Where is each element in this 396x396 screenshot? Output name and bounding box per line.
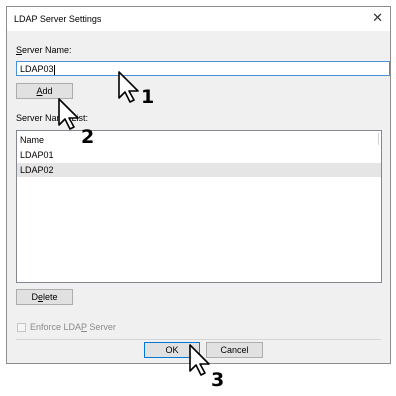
text-caret	[53, 64, 55, 75]
pointer-cursor-icon	[117, 70, 141, 106]
column-separator[interactable]	[378, 133, 379, 145]
list-item-selected[interactable]: LDAP02	[17, 163, 381, 177]
footer-divider	[16, 339, 381, 340]
annotation-number-2: 2	[81, 126, 95, 148]
list-header: Name	[17, 131, 381, 148]
server-name-value: LDAP03	[20, 64, 54, 74]
enforce-ldap-server-checkbox[interactable]	[17, 323, 26, 332]
title-bar: LDAP Server Settings ✕	[7, 7, 390, 31]
column-header-name[interactable]: Name	[20, 135, 44, 145]
server-name-label: Server Name:	[16, 45, 72, 55]
close-icon[interactable]: ✕	[372, 11, 383, 24]
annotation-number-1: 1	[141, 86, 155, 108]
server-name-list[interactable]: Name LDAP01 LDAP02	[16, 130, 382, 283]
delete-button[interactable]: Delete	[16, 289, 73, 305]
server-name-input[interactable]: LDAP03	[16, 61, 390, 76]
annotation-number-3: 3	[211, 369, 225, 391]
pointer-cursor-icon	[188, 343, 212, 379]
enforce-ldap-server-label: Enforce LDAP Server	[30, 322, 116, 332]
list-item[interactable]: LDAP01	[17, 148, 381, 162]
dialog-title: LDAP Server Settings	[14, 14, 102, 24]
ldap-server-settings-dialog: LDAP Server Settings ✕ Server Name: LDAP…	[6, 6, 391, 364]
cancel-button[interactable]: Cancel	[206, 342, 263, 358]
pointer-cursor-icon	[57, 97, 81, 133]
